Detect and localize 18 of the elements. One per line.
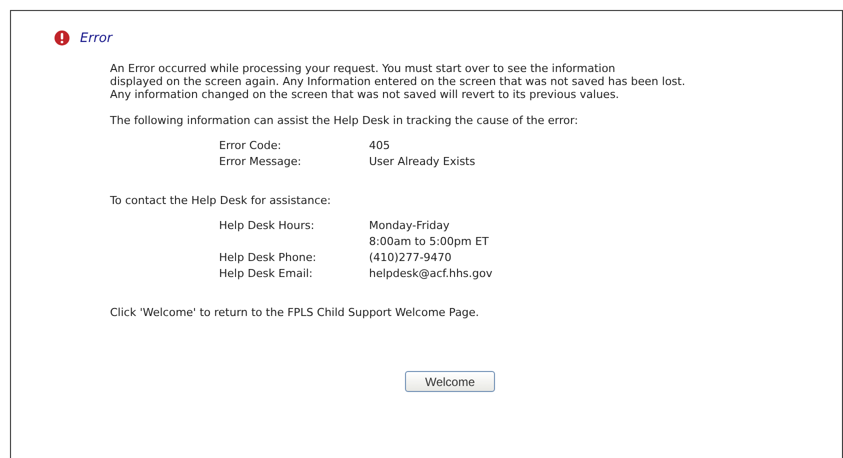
info-intro: The following information can assist the Help Desk in tracking the cause of the error: — [110, 114, 580, 127]
contact-intro: To contact the Help Desk for assistance: — [110, 194, 332, 207]
field-value: helpdesk@acf.hhs.gov — [369, 267, 494, 280]
welcome-button[interactable]: Welcome — [405, 371, 495, 392]
field-label: Help Desk Hours: — [219, 219, 316, 234]
field-value: Monday-Friday — [369, 219, 451, 232]
field-value: 8:00am to 5:00pm ET — [369, 235, 490, 248]
field-label: Error Message: — [219, 155, 302, 168]
field-value: User Already Exists — [369, 155, 476, 168]
field-label: Help Desk Phone: — [219, 251, 318, 264]
field-label: Error Code: — [219, 139, 282, 152]
field-label: Help Desk Email: — [219, 267, 314, 280]
return-note: Click 'Welcome' to return to the FPLS Child Support Welcome Page. — [110, 306, 480, 319]
page-title: Error — [80, 30, 112, 46]
error-icon — [54, 30, 70, 46]
field-value: (410)277-9470 — [369, 251, 453, 264]
error-message: An Error occurred while processing your request. You must start over to see the information displayed on the screen again. Any Information entered on the screen that was not saved has been lost. Any information changed on the screen that was not saved will revert to its previous values. — [110, 62, 686, 101]
field-value: 405 — [369, 139, 391, 152]
